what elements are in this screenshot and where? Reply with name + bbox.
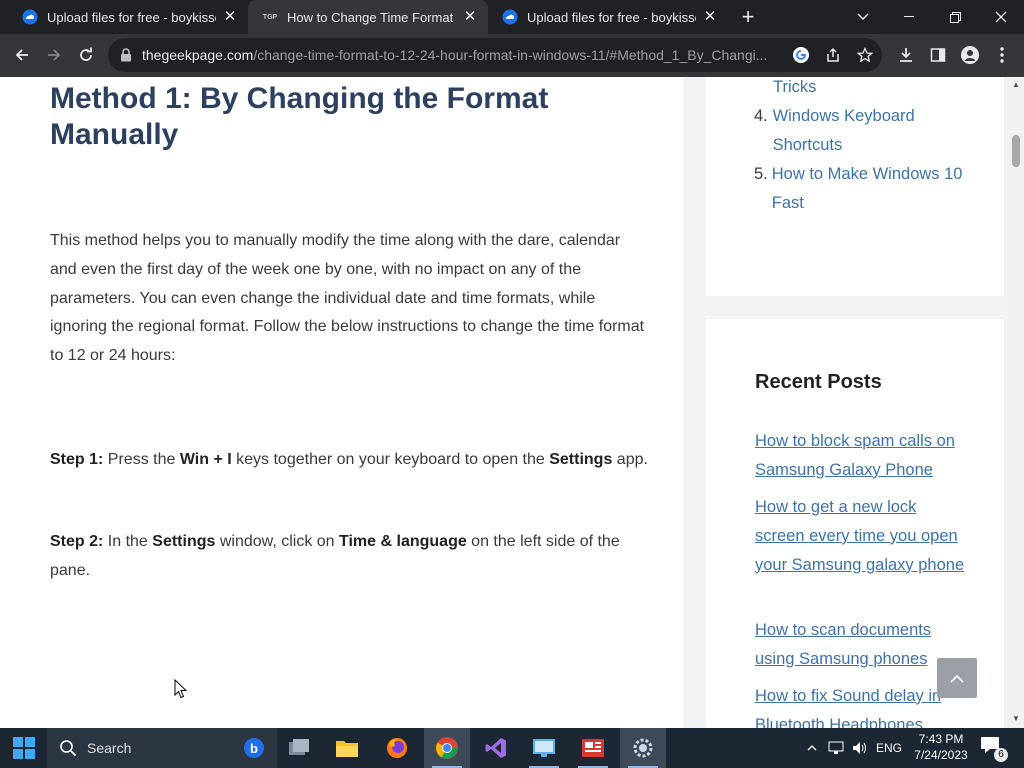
close-tab-icon[interactable]: ✕ [462,9,478,25]
search-icon [60,740,77,757]
tgp-favicon-icon: TGP [262,13,278,21]
scroll-up-arrow-icon[interactable]: ▲ [1012,81,1020,89]
notification-count-badge: 6 [994,748,1008,762]
chevron-up-icon [950,674,964,683]
menu-kebab-icon[interactable] [992,45,1012,65]
close-tab-icon[interactable]: ✕ [222,9,238,25]
sidebar-list-widget: Tricks 4. Windows Keyboard Shortcuts 5. Ho… [706,77,1004,296]
windows-logo-icon [12,737,35,759]
tab-title: How to Change Time Format to 1 [287,9,456,25]
chrome-icon[interactable] [424,728,470,768]
visual-studio-icon[interactable] [473,728,519,768]
tab-title: Upload files for free - boykisser.g [527,9,696,25]
windows-taskbar: Search b ENG 7:43 PM 7/24/2023 6 [0,728,1024,768]
scroll-down-arrow-icon[interactable]: ▼ [1012,715,1020,723]
page-scrollbar[interactable]: ▲ ▼ [1008,77,1024,728]
lock-icon[interactable] [120,48,132,67]
mouse-cursor-icon [174,678,188,704]
recent-posts-title: Recent Posts [755,371,882,393]
taskbar-search-box[interactable]: Search b [47,728,277,768]
network-icon[interactable] [826,728,846,768]
scrollbar-thumb[interactable] [1012,135,1020,167]
file-explorer-icon[interactable] [324,728,370,768]
cloud-icon [502,9,518,25]
reload-button[interactable] [72,41,100,69]
side-panel-icon[interactable] [928,45,948,65]
firefox-icon[interactable] [374,728,420,768]
address-bar[interactable]: thegeekpage.com/change-time-format-to-12… [108,38,882,72]
profile-avatar-icon[interactable] [960,45,980,65]
list-item-link[interactable]: How to Make Windows 10 Fast [772,160,984,218]
url-text[interactable]: thegeekpage.com/change-time-format-to-12… [142,38,790,72]
minimize-button[interactable] [886,0,932,34]
forward-button[interactable] [40,41,68,69]
article-content: Method 1: By Changing the Format Manuall… [0,77,683,728]
tab-upload-files-1[interactable]: Upload files for free - boykisser.g ✕ [8,0,248,34]
show-hidden-icons-chevron-icon[interactable] [804,728,820,768]
cloud-icon [22,9,38,25]
notification-center-icon[interactable]: 6 [980,736,1008,762]
remote-desktop-icon[interactable] [521,728,567,768]
svg-text:b: b [250,741,258,756]
settings-app-icon[interactable] [620,728,666,768]
bing-icon[interactable]: b [243,737,265,759]
recent-post-link[interactable]: How to get a new lock screen every time … [755,493,970,579]
intro-paragraph: This method helps you to manually modify… [50,232,645,365]
restore-button[interactable] [932,0,978,34]
close-tab-icon[interactable]: ✕ [702,9,718,25]
step-1-paragraph: Step 1: Press the Win + I keys together … [50,451,648,468]
back-button[interactable] [8,41,36,69]
step-2-paragraph: Step 2: In the Settings window, click on… [50,533,620,579]
browser-toolbar: thegeekpage.com/change-time-format-to-12… [0,34,1024,77]
list-item-link[interactable]: Tricks [773,77,816,102]
tab-search-chevron-icon[interactable] [840,0,886,34]
ordered-list: Tricks 4. Windows Keyboard Shortcuts 5. Ho… [754,77,984,218]
download-icon[interactable] [896,45,916,65]
clock[interactable]: 7:43 PM 7/24/2023 [906,731,976,763]
close-window-button[interactable] [978,0,1024,34]
time-text: 7:43 PM [918,732,964,746]
list-item-link[interactable]: Windows Keyboard Shortcuts [773,102,984,160]
web-page: Method 1: By Changing the Format Manuall… [0,77,1008,728]
share-icon[interactable] [824,46,842,64]
tab-strip: Upload files for free - boykisser.g ✕ TG… [0,0,1024,34]
tab-upload-files-2[interactable]: Upload files for free - boykisser.g ✕ [488,0,728,34]
new-tab-button[interactable]: + [736,5,760,29]
start-button[interactable] [0,728,47,768]
language-indicator[interactable]: ENG [874,728,904,768]
recent-post-link[interactable]: How to block spam calls on Samsung Galax… [755,427,970,485]
date-text: 7/24/2023 [914,748,968,762]
scroll-to-top-button[interactable] [937,658,977,698]
bookmark-star-icon[interactable] [856,46,874,64]
google-lens-icon[interactable] [792,46,810,64]
tab-time-format[interactable]: TGP How to Change Time Format to 1 ✕ [248,0,488,34]
tab-title: Upload files for free - boykisser.g [47,9,216,25]
search-label: Search [87,740,132,756]
news-app-icon[interactable] [570,728,616,768]
volume-icon[interactable] [850,728,870,768]
method-heading: Method 1: By Changing the Format Manuall… [50,82,549,151]
task-view-icon[interactable] [276,728,322,768]
